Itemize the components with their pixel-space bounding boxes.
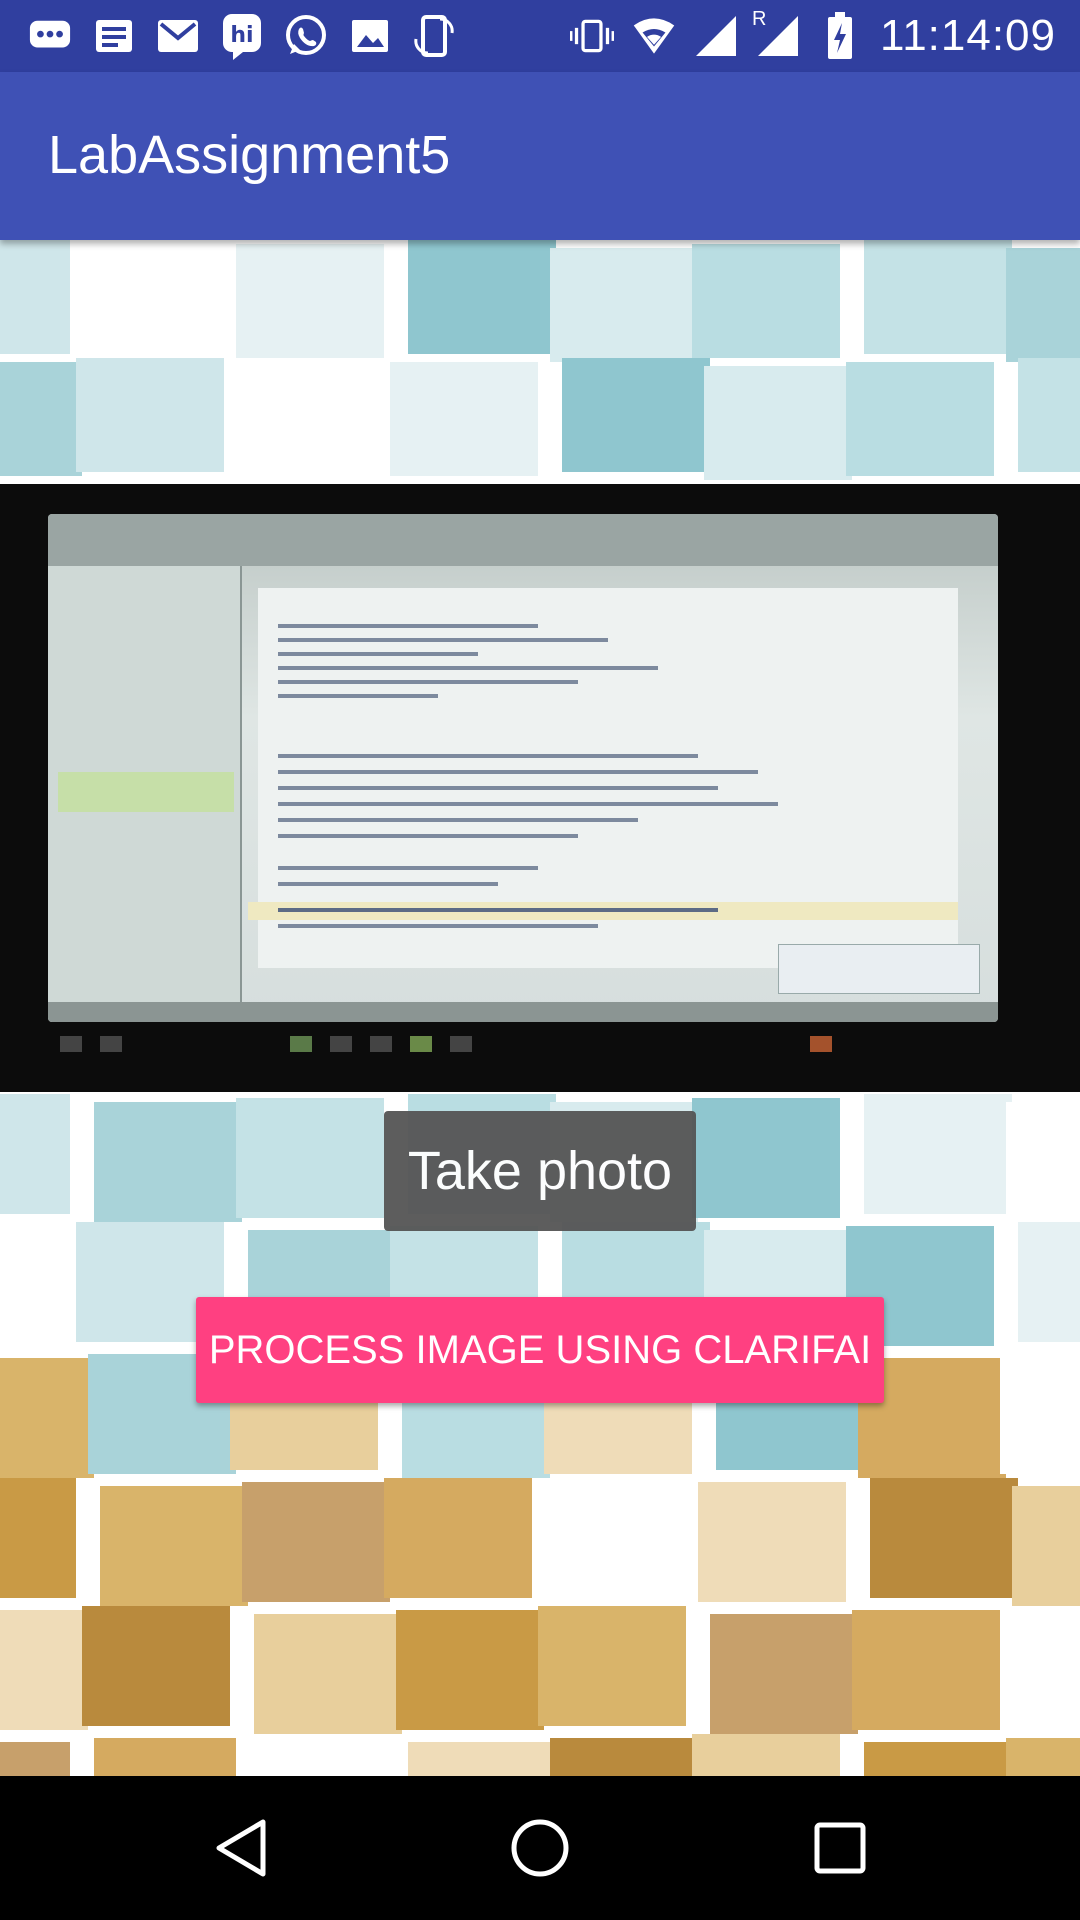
signal-icon — [694, 14, 738, 58]
background-tile — [846, 362, 994, 476]
background-tile — [390, 362, 538, 476]
captured-photo — [0, 484, 1080, 1092]
image-icon — [348, 14, 392, 58]
background-tile — [248, 366, 396, 480]
background-tile — [710, 1614, 858, 1734]
background-tile — [550, 248, 698, 362]
status-clock: 11:14:09 — [879, 11, 1056, 60]
photo-taskbar — [40, 1030, 1000, 1060]
whatsapp-icon — [284, 14, 328, 58]
background-tile — [0, 1358, 94, 1478]
background-tile — [408, 1742, 556, 1776]
background-tile — [692, 1734, 840, 1776]
navigation-bar — [0, 1776, 1080, 1920]
roaming-label: R — [751, 8, 767, 30]
process-image-button[interactable]: PROCESS IMAGE USING CLARIFAI — [196, 1297, 884, 1403]
gmail-icon — [156, 14, 200, 58]
content-area — [0, 240, 1080, 1776]
photo-monitor-screen — [48, 514, 998, 1022]
background-tile — [0, 1742, 70, 1776]
vibrate-icon — [569, 14, 614, 58]
system-icons: R 11:14:09 — [569, 8, 1056, 62]
background-tile — [0, 1094, 70, 1214]
background-tile — [396, 1610, 544, 1730]
chat-bubble-icon — [28, 14, 72, 58]
background-tile — [698, 1482, 846, 1602]
background-tile — [1024, 1606, 1080, 1726]
back-icon[interactable] — [196, 1808, 286, 1888]
background-tile — [1006, 1738, 1080, 1776]
background-tile — [692, 244, 840, 358]
background-tile — [1006, 1102, 1080, 1222]
background-tile — [1018, 1222, 1080, 1342]
background-tile — [864, 1742, 1012, 1776]
background-tile — [236, 1734, 384, 1776]
background-tile — [562, 358, 710, 472]
background-tile — [82, 1606, 230, 1726]
background-tile — [1018, 358, 1080, 472]
screen-rotate-icon — [412, 14, 456, 58]
notification-icons: hi — [28, 10, 456, 62]
background-tile — [384, 1478, 532, 1598]
home-icon[interactable] — [495, 1808, 585, 1888]
app-bar: LabAssignment5 — [0, 72, 1080, 240]
background-tile — [1006, 248, 1080, 362]
background-tile — [0, 1478, 76, 1598]
background-tile — [0, 1226, 82, 1346]
recents-icon[interactable] — [795, 1808, 885, 1888]
background-tile — [0, 240, 70, 354]
hike-icon: hi — [220, 14, 264, 60]
wifi-icon — [632, 14, 676, 58]
battery-charging-icon — [818, 12, 862, 59]
background-tile — [864, 1094, 1012, 1214]
background-tile — [704, 366, 852, 480]
background-tile — [242, 1482, 390, 1602]
background-tile — [556, 1486, 704, 1606]
background-tile — [236, 1098, 384, 1218]
background-tile — [94, 248, 242, 362]
background-tile — [408, 240, 556, 354]
background-tile — [94, 1738, 242, 1776]
roaming-signal-icon: R — [752, 8, 800, 58]
background-tile — [76, 358, 224, 472]
toast-message: Take photo — [384, 1111, 696, 1231]
background-tile — [852, 1610, 1000, 1730]
background-tile — [94, 1102, 242, 1222]
background-tile — [1000, 1354, 1080, 1474]
background-tile — [870, 1478, 1018, 1598]
svg-text:hi: hi — [230, 23, 253, 48]
background-tile — [692, 1098, 840, 1218]
note-icon — [92, 14, 136, 58]
app-title: LabAssignment5 — [48, 125, 451, 185]
background-tile — [100, 1486, 248, 1606]
status-bar: hi R 11:14:09 — [0, 0, 1080, 72]
background-tile — [0, 1610, 88, 1730]
background-tile — [538, 1606, 686, 1726]
background-tile — [0, 362, 82, 476]
background-tile — [236, 244, 384, 358]
background-tile — [254, 1614, 402, 1734]
background-tile — [864, 240, 1012, 354]
background-tile — [1012, 1486, 1080, 1606]
background-tile — [550, 1738, 698, 1776]
